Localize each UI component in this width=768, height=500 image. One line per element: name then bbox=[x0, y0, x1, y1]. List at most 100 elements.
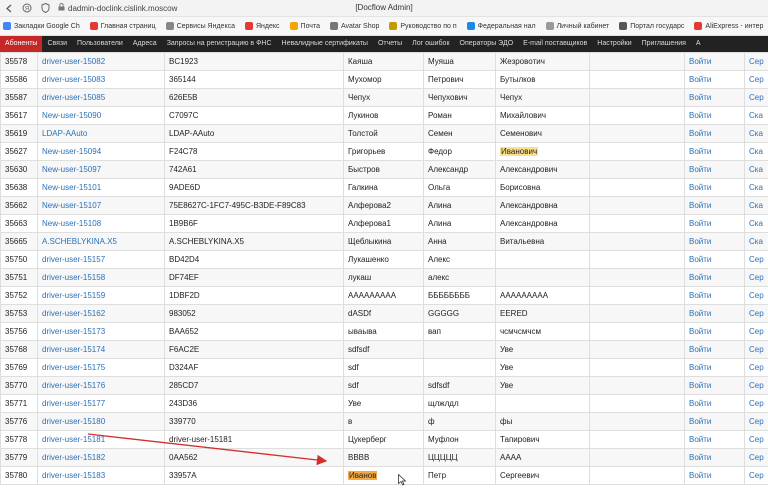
bookmark-item[interactable]: AliExpress - интер bbox=[694, 22, 763, 30]
cell-login[interactable]: driver-user-15158 bbox=[37, 268, 165, 287]
menu-item[interactable]: Связи bbox=[42, 36, 72, 52]
cell-login[interactable]: driver-user-15162 bbox=[37, 304, 165, 323]
cell-action[interactable]: Войти bbox=[684, 214, 745, 233]
bookmark-item[interactable]: Главная страниц bbox=[89, 22, 156, 30]
cell-login[interactable]: LDAP-AAuto bbox=[37, 124, 165, 143]
cell-extra[interactable]: Ска bbox=[744, 124, 768, 143]
cell-action[interactable]: Войти bbox=[684, 124, 745, 143]
cell-action[interactable]: Войти bbox=[684, 304, 745, 323]
bookmark-item[interactable]: Портал государс bbox=[619, 22, 684, 30]
cell-extra[interactable]: Сер bbox=[744, 448, 768, 467]
cell-extra[interactable]: Сер bbox=[744, 430, 768, 449]
cell-action[interactable]: Войти bbox=[684, 412, 745, 431]
bookmark-item[interactable]: Яндекс bbox=[244, 22, 280, 30]
cell-login[interactable]: driver-user-15183 bbox=[37, 466, 165, 485]
address-bar[interactable]: dadmin-doclink.cislink.moscow bbox=[58, 3, 177, 13]
cell-login[interactable]: driver-user-15180 bbox=[37, 412, 165, 431]
cell-extra[interactable]: Сер bbox=[744, 286, 768, 305]
menu-item[interactable]: А bbox=[691, 36, 706, 52]
cell-extra[interactable]: Ска bbox=[744, 214, 768, 233]
cell-extra[interactable]: Сер bbox=[744, 394, 768, 413]
menu-item[interactable]: Невалидные сертификаты bbox=[277, 36, 373, 52]
bookmark-item[interactable]: Почта bbox=[289, 22, 320, 30]
cell-action[interactable]: Войти bbox=[684, 106, 745, 125]
cell-action[interactable]: Войти bbox=[684, 196, 745, 215]
cell-extra[interactable]: Сер bbox=[744, 358, 768, 377]
cell-login[interactable]: driver-user-15181 bbox=[37, 430, 165, 449]
cell-login[interactable]: driver-user-15176 bbox=[37, 376, 165, 395]
url-text[interactable]: dadmin-doclink.cislink.moscow bbox=[68, 4, 177, 13]
cell-action[interactable]: Войти bbox=[684, 88, 745, 107]
cell-extra[interactable]: Сер bbox=[744, 412, 768, 431]
shield-icon[interactable] bbox=[40, 3, 50, 13]
cell-extra[interactable]: Ска bbox=[744, 232, 768, 251]
cell-login[interactable]: New-user-15090 bbox=[37, 106, 165, 125]
menu-item[interactable]: Приглашения bbox=[637, 36, 691, 52]
cell-login[interactable]: New-user-15097 bbox=[37, 160, 165, 179]
menu-item[interactable]: Лог ошибок bbox=[407, 36, 454, 52]
cell-action[interactable]: Войти bbox=[684, 160, 745, 179]
bookmark-item[interactable]: Avatar Shop bbox=[329, 22, 379, 30]
cell-login[interactable]: A.SCHEBLYKINA.X5 bbox=[37, 232, 165, 251]
cell-login[interactable]: New-user-15108 bbox=[37, 214, 165, 233]
cell-extra[interactable]: Ска bbox=[744, 178, 768, 197]
cell-extra[interactable]: Ска bbox=[744, 160, 768, 179]
cell-extra[interactable]: Сер bbox=[744, 268, 768, 287]
yandex-icon[interactable]: Я bbox=[22, 3, 32, 13]
cell-action[interactable]: Войти bbox=[684, 340, 745, 359]
bookmark-item[interactable]: Закладки Google Ch bbox=[3, 22, 80, 30]
menu-item[interactable]: Настройки bbox=[592, 36, 636, 52]
cell-extra[interactable]: Сер bbox=[744, 52, 768, 71]
back-icon[interactable] bbox=[4, 3, 14, 13]
cell-login[interactable]: driver-user-15174 bbox=[37, 340, 165, 359]
menu-item[interactable]: E-mail поставщиков bbox=[518, 36, 592, 52]
cell-action[interactable]: Войти bbox=[684, 376, 745, 395]
cell-action[interactable]: Войти bbox=[684, 466, 745, 485]
cell-login[interactable]: driver-user-15083 bbox=[37, 70, 165, 89]
cell-action[interactable]: Войти bbox=[684, 70, 745, 89]
cell-action[interactable]: Войти bbox=[684, 178, 745, 197]
menu-item[interactable]: Пользователи bbox=[72, 36, 128, 52]
cell-action[interactable]: Войти bbox=[684, 268, 745, 287]
menu-item[interactable]: Операторы ЭДО bbox=[455, 36, 519, 52]
cell-extra[interactable]: Ска bbox=[744, 196, 768, 215]
cell-login[interactable]: driver-user-15175 bbox=[37, 358, 165, 377]
cell-extra[interactable]: Сер bbox=[744, 250, 768, 269]
cell-login[interactable]: driver-user-15159 bbox=[37, 286, 165, 305]
cell-extra[interactable]: Сер bbox=[744, 88, 768, 107]
cell-action[interactable]: Войти bbox=[684, 52, 745, 71]
cell-login[interactable]: driver-user-15177 bbox=[37, 394, 165, 413]
cell-login[interactable]: driver-user-15085 bbox=[37, 88, 165, 107]
cell-action[interactable]: Войти bbox=[684, 430, 745, 449]
cell-login[interactable]: driver-user-15082 bbox=[37, 52, 165, 71]
bookmark-item[interactable]: Федеральная нал bbox=[466, 22, 536, 30]
cell-action[interactable]: Войти bbox=[684, 394, 745, 413]
menu-item[interactable]: Отчеты bbox=[373, 36, 407, 52]
bookmark-item[interactable]: Руководство по п bbox=[389, 22, 457, 30]
cell-login[interactable]: New-user-15094 bbox=[37, 142, 165, 161]
menu-item[interactable]: Абоненты bbox=[0, 36, 43, 52]
cell-action[interactable]: Войти bbox=[684, 286, 745, 305]
menu-item[interactable]: Адреса bbox=[128, 36, 162, 52]
cell-login[interactable]: driver-user-15157 bbox=[37, 250, 165, 269]
cell-action[interactable]: Войти bbox=[684, 232, 745, 251]
cell-login[interactable]: driver-user-15173 bbox=[37, 322, 165, 341]
cell-extra[interactable]: Ска bbox=[744, 106, 768, 125]
menu-item[interactable]: Запросы на регистрацию в ФНС bbox=[162, 36, 277, 52]
cell-extra[interactable]: Сер bbox=[744, 304, 768, 323]
cell-extra[interactable]: Сер bbox=[744, 322, 768, 341]
cell-extra[interactable]: Сер bbox=[744, 340, 768, 359]
bookmark-item[interactable]: Личный кабинет bbox=[545, 22, 609, 30]
cell-extra[interactable]: Ска bbox=[744, 142, 768, 161]
bookmark-item[interactable]: Сервисы Яндекса bbox=[165, 22, 235, 30]
cell-action[interactable]: Войти bbox=[684, 322, 745, 341]
cell-login[interactable]: driver-user-15182 bbox=[37, 448, 165, 467]
cell-extra[interactable]: Сер bbox=[744, 376, 768, 395]
cell-action[interactable]: Войти bbox=[684, 358, 745, 377]
cell-login[interactable]: New-user-15107 bbox=[37, 196, 165, 215]
cell-login[interactable]: New-user-15101 bbox=[37, 178, 165, 197]
cell-extra[interactable]: Сер bbox=[744, 70, 768, 89]
cell-extra[interactable]: Сер bbox=[744, 466, 768, 485]
cell-action[interactable]: Войти bbox=[684, 142, 745, 161]
cell-action[interactable]: Войти bbox=[684, 250, 745, 269]
